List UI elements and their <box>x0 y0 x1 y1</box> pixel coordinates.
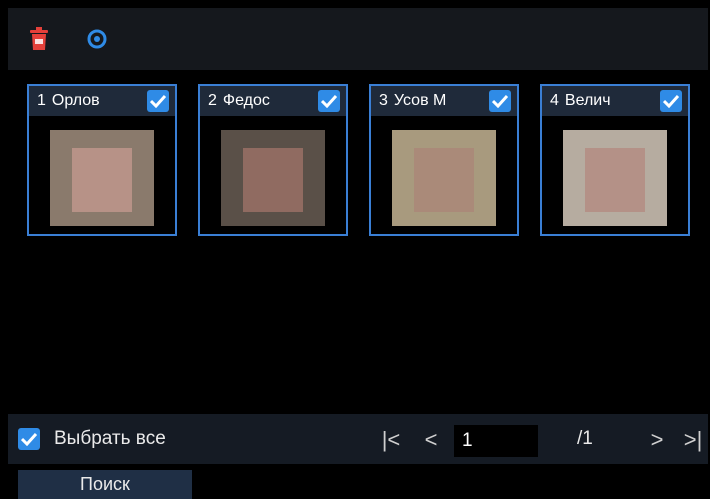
first-page-button[interactable]: |< <box>378 425 404 455</box>
card-name: Усов М <box>393 92 447 109</box>
privacy-blur <box>72 148 132 212</box>
face-photo <box>50 130 154 226</box>
face-library-window: 1 Орлов 2 Федос 3 Усов М 4 Велич Выбрать… <box>0 0 710 499</box>
card-checkbox[interactable] <box>147 90 169 112</box>
trash-icon[interactable] <box>26 26 52 52</box>
page-total: /1 <box>577 428 593 449</box>
privacy-blur <box>243 148 303 212</box>
face-photo <box>392 130 496 226</box>
face-photo <box>221 130 325 226</box>
privacy-blur <box>414 148 474 212</box>
last-page-button[interactable]: >| <box>680 425 706 455</box>
face-photo <box>563 130 667 226</box>
select-all[interactable]: Выбрать все <box>18 428 166 450</box>
face-card[interactable]: 2 Федос <box>198 84 348 236</box>
card-name: Велич <box>564 92 611 109</box>
search-button[interactable]: Поиск <box>18 470 192 499</box>
card-checkbox[interactable] <box>660 90 682 112</box>
next-page-button[interactable]: > <box>644 425 670 455</box>
face-card[interactable]: 4 Велич <box>540 84 690 236</box>
face-card[interactable]: 1 Орлов <box>27 84 177 236</box>
select-all-label: Выбрать все <box>54 428 166 449</box>
card-checkbox[interactable] <box>318 90 340 112</box>
card-name: Орлов <box>51 92 100 109</box>
face-grid: 1 Орлов 2 Федос 3 Усов М 4 Велич <box>8 74 708 414</box>
card-number: 3 <box>379 92 388 109</box>
page-number-input[interactable] <box>454 425 538 457</box>
prev-page-button[interactable]: < <box>418 425 444 455</box>
gear-icon[interactable] <box>84 26 110 52</box>
privacy-blur <box>585 148 645 212</box>
card-checkbox[interactable] <box>489 90 511 112</box>
card-number: 2 <box>208 92 217 109</box>
card-number: 4 <box>550 92 559 109</box>
toolbar <box>8 8 708 70</box>
select-all-checkbox[interactable] <box>18 428 40 450</box>
card-number: 1 <box>37 92 46 109</box>
face-card[interactable]: 3 Усов М <box>369 84 519 236</box>
card-name: Федос <box>222 92 270 109</box>
